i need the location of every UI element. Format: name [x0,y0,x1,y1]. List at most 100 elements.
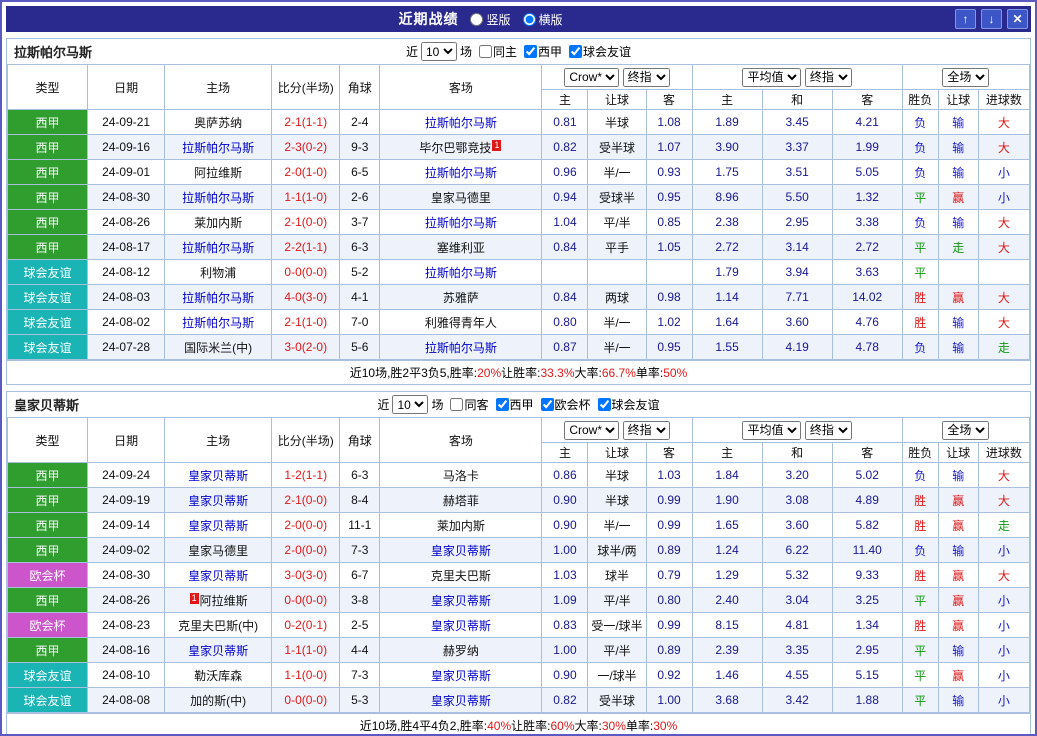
match-table: 类型 日期 主场 比分(半场) 角球 客场 Crow* 终指 平均值 终指 [7,417,1030,713]
odds-final-select[interactable]: 终指 [623,68,670,87]
home-team[interactable]: 1阿拉维斯 [165,588,272,613]
scroll-up-button[interactable]: ↑ [955,9,976,29]
home-team[interactable]: 克里夫巴斯(中) [165,613,272,638]
away-team[interactable]: 皇家贝蒂斯 [380,588,542,613]
away-team[interactable]: 莱加内斯 [380,513,542,538]
away-team[interactable]: 皇家贝蒂斯 [380,613,542,638]
avg-home: 2.38 [692,210,762,235]
avg-final-select[interactable]: 终指 [805,421,852,440]
scroll-down-button[interactable]: ↓ [981,9,1002,29]
away-team[interactable]: 克里夫巴斯 [380,563,542,588]
home-team[interactable]: 勒沃库森 [165,663,272,688]
odds-company-select[interactable]: Crow* [564,68,619,87]
home-team[interactable]: 奥萨苏纳 [165,110,272,135]
home-team[interactable]: 皇家贝蒂斯 [165,488,272,513]
team-label: 塞维利亚 [437,241,485,255]
filter-checkbox[interactable]: 西甲 [492,396,534,413]
home-team[interactable]: 拉斯帕尔马斯 [165,185,272,210]
home-team[interactable]: 莱加内斯 [165,210,272,235]
home-team[interactable]: 皇家贝蒂斯 [165,513,272,538]
away-team[interactable]: 拉斯帕尔马斯 [380,210,542,235]
col-type: 类型 [8,418,88,463]
filter-checkbox-input[interactable] [598,398,611,411]
scope-select[interactable]: 全场 [942,68,989,87]
scope-select[interactable]: 全场 [942,421,989,440]
away-team[interactable]: 皇家马德里 [380,185,542,210]
match-row: 球会友谊24-07-28国际米兰(中)3-0(2-0)5-6拉斯帕尔马斯0.87… [8,335,1030,360]
match-date: 24-08-08 [88,688,165,713]
games-label: 场 [460,43,472,60]
away-team[interactable]: 拉斯帕尔马斯 [380,110,542,135]
away-team[interactable]: 塞维利亚 [380,235,542,260]
close-button[interactable]: ✕ [1007,9,1028,29]
away-team[interactable]: 皇家贝蒂斯 [380,688,542,713]
odds-home: 0.83 [542,613,588,638]
filter-checkbox-input[interactable] [450,398,463,411]
home-team[interactable]: 拉斯帕尔马斯 [165,235,272,260]
window-title: 近期战绩 [398,9,458,29]
filter-checkbox-input[interactable] [496,398,509,411]
away-team[interactable]: 皇家贝蒂斯 [380,538,542,563]
odds-company-select[interactable]: Crow* [564,421,619,440]
avg-select[interactable]: 平均值 [742,421,801,440]
layout-radio-horizontal[interactable]: 横版 [523,11,563,28]
horizontal-radio-input[interactable] [523,13,536,26]
home-team[interactable]: 拉斯帕尔马斯 [165,310,272,335]
recent-count-select[interactable]: 10 [392,395,428,414]
filter-checkbox[interactable]: 西甲 [520,43,562,60]
team-panel-las-palmas: 拉斯帕尔马斯 近10场同主西甲球会友谊 类型 日期 主场 比分(半场) 角球 客… [6,38,1031,385]
away-team[interactable]: 赫塔菲 [380,488,542,513]
home-team[interactable]: 国际米兰(中) [165,335,272,360]
home-team[interactable]: 皇家贝蒂斯 [165,638,272,663]
vertical-radio-input[interactable] [470,13,483,26]
home-team[interactable]: 皇家贝蒂斯 [165,463,272,488]
away-team[interactable]: 苏雅萨 [380,285,542,310]
home-team[interactable]: 拉斯帕尔马斯 [165,285,272,310]
summary-label: 大率: [575,364,602,381]
filter-checkbox-input[interactable] [541,398,554,411]
home-team[interactable]: 阿拉维斯 [165,160,272,185]
match-type: 西甲 [8,160,88,185]
away-team[interactable]: 毕尔巴鄂竞技1 [380,135,542,160]
layout-radio-vertical[interactable]: 竖版 [470,11,510,28]
away-team[interactable]: 皇家贝蒂斯 [380,663,542,688]
filter-checkbox-input[interactable] [524,45,537,58]
avg-draw: 7.71 [762,285,832,310]
filter-checkbox[interactable]: 欧会杯 [537,396,591,413]
away-team[interactable]: 拉斯帕尔马斯 [380,160,542,185]
filter-checkbox[interactable]: 球会友谊 [565,43,631,60]
goals-result-cell: 大 [978,210,1029,235]
filter-checkbox-input[interactable] [569,45,582,58]
home-team[interactable]: 加的斯(中) [165,688,272,713]
match-date: 24-09-14 [88,513,165,538]
match-row: 球会友谊24-08-08加的斯(中)0-0(0-0)5-3皇家贝蒂斯0.82受半… [8,688,1030,713]
home-team[interactable]: 拉斯帕尔马斯 [165,135,272,160]
avg-draw: 3.37 [762,135,832,160]
home-team[interactable]: 皇家贝蒂斯 [165,563,272,588]
filter-checkbox[interactable]: 球会友谊 [594,396,660,413]
corner-score: 6-3 [340,463,380,488]
avg-draw: 3.45 [762,110,832,135]
recent-count-select[interactable]: 10 [421,42,457,61]
avg-dropdown-header: 平均值 终指 [692,65,902,90]
away-team[interactable]: 拉斯帕尔马斯 [380,260,542,285]
filter-checkbox[interactable]: 同客 [446,396,488,413]
away-team[interactable]: 赫罗纳 [380,638,542,663]
team-label: 拉斯帕尔马斯 [425,216,497,230]
filter-checkbox[interactable]: 同主 [475,43,517,60]
team-panel-real-betis: 皇家贝蒂斯 近10场同客西甲欧会杯球会友谊 类型 日期 主场 比分(半场) 角球… [6,391,1031,736]
team-label: 克里夫巴斯 [431,569,491,583]
home-team[interactable]: 皇家马德里 [165,538,272,563]
odds-final-select[interactable]: 终指 [623,421,670,440]
away-team[interactable]: 利雅得青年人 [380,310,542,335]
home-team[interactable]: 利物浦 [165,260,272,285]
odds-handicap: 半/一 [588,335,646,360]
match-row: 西甲24-09-01阿拉维斯2-0(1-0)6-5拉斯帕尔马斯0.96半/一0.… [8,160,1030,185]
match-type: 西甲 [8,135,88,160]
avg-select[interactable]: 平均值 [742,68,801,87]
filter-checkbox-input[interactable] [479,45,492,58]
avg-final-select[interactable]: 终指 [805,68,852,87]
avg-draw: 3.42 [762,688,832,713]
away-team[interactable]: 马洛卡 [380,463,542,488]
away-team[interactable]: 拉斯帕尔马斯 [380,335,542,360]
